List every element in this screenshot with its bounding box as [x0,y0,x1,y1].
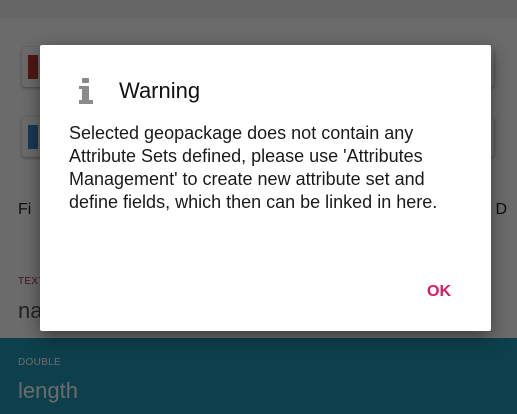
dialog-header: Warning [79,76,200,106]
ok-button[interactable]: OK [427,283,451,301]
info-icon [79,78,93,104]
warning-dialog: Warning Selected geopackage does not con… [40,45,491,331]
dialog-message: Selected geopackage does not contain any… [69,123,438,212]
dialog-title: Warning [119,78,201,103]
